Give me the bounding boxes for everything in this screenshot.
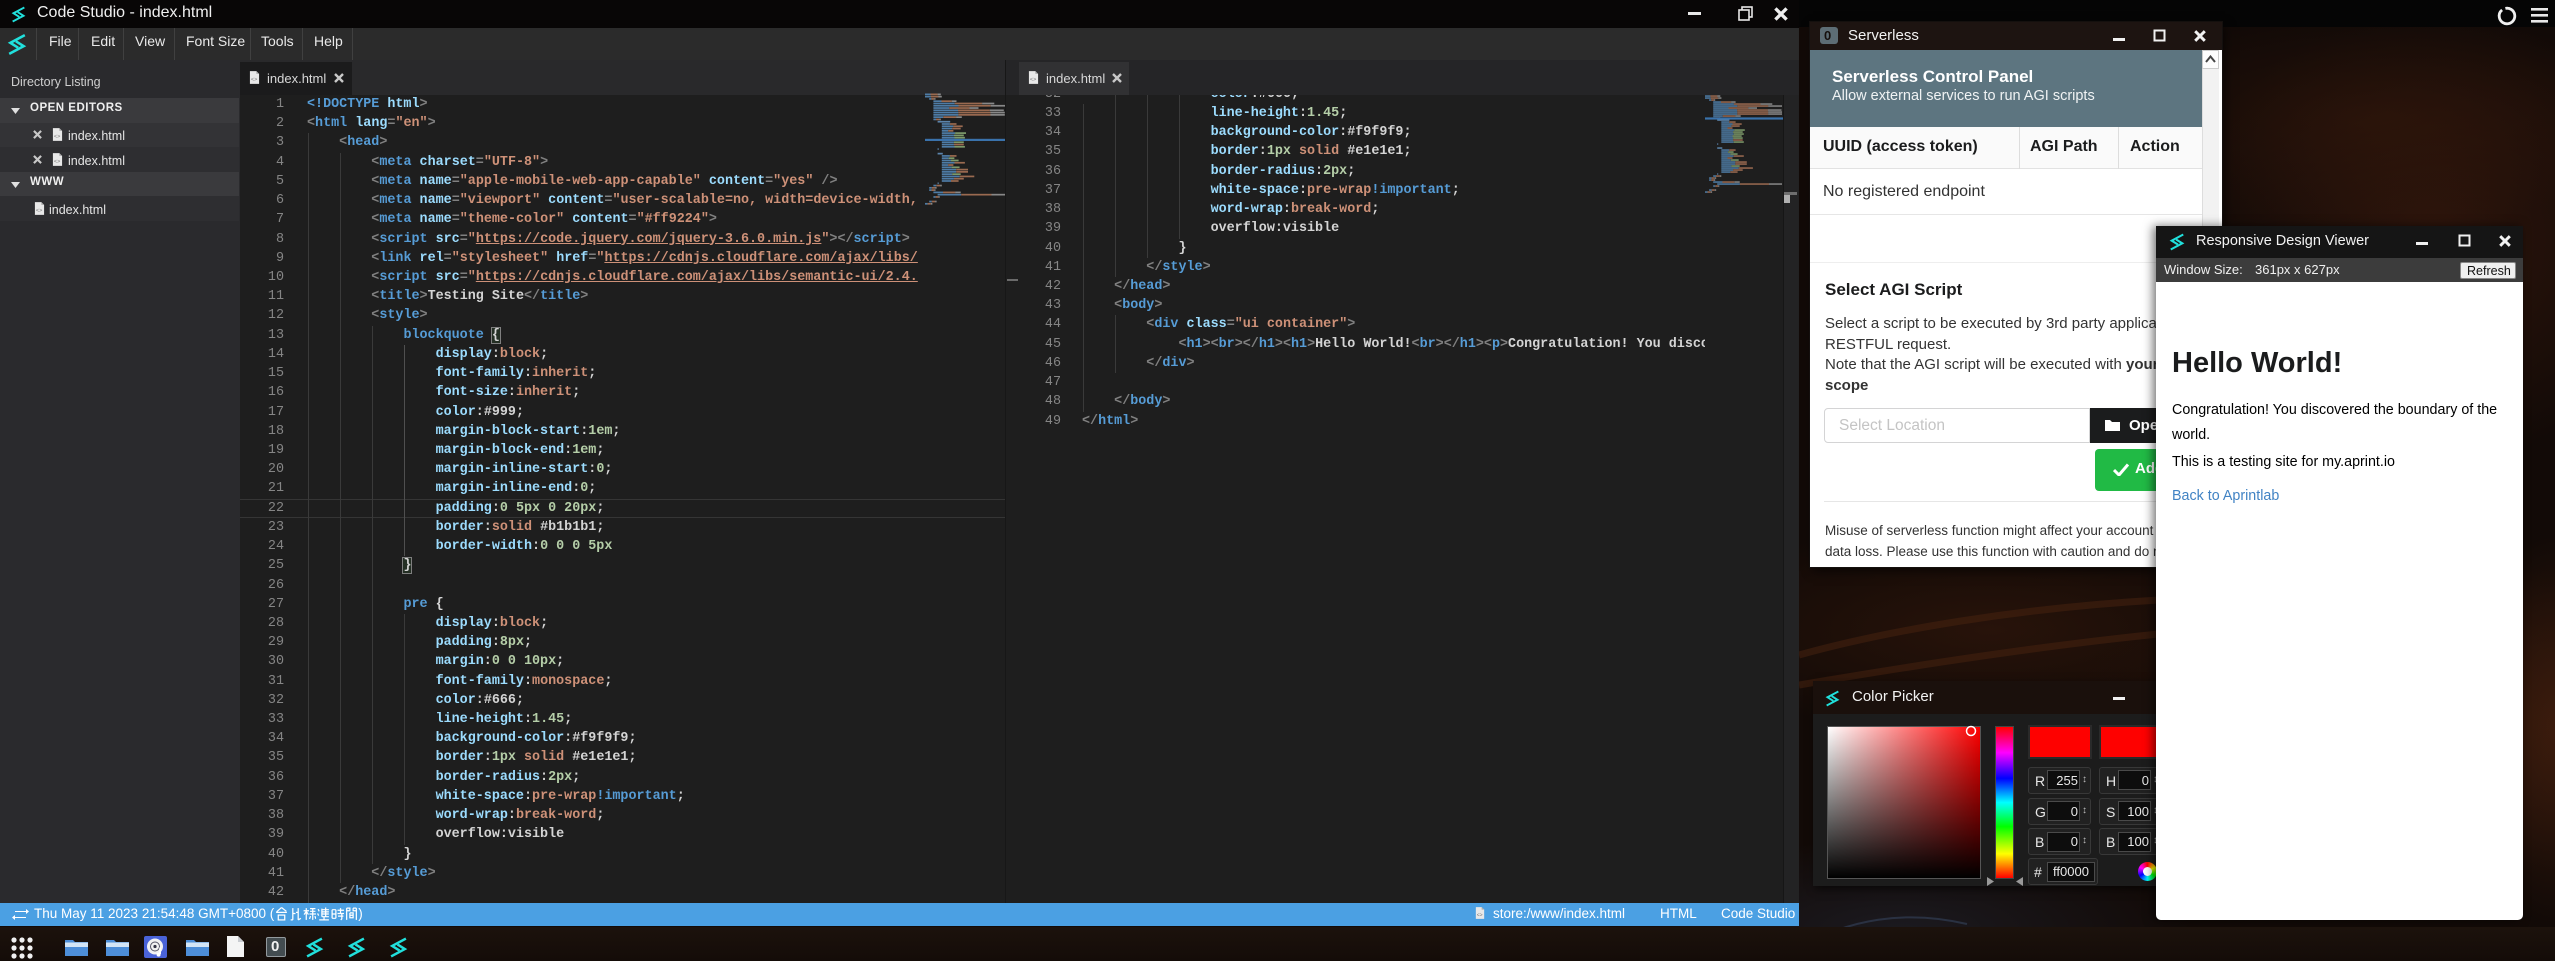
svg-text:<>: <> [54,159,60,165]
svg-text:<>: <> [54,134,60,140]
svg-text:<>: <> [251,77,257,83]
svg-text:<>: <> [1030,77,1036,83]
svg-text:<>: <> [1477,912,1483,918]
svg-text:<>: <> [36,208,42,214]
